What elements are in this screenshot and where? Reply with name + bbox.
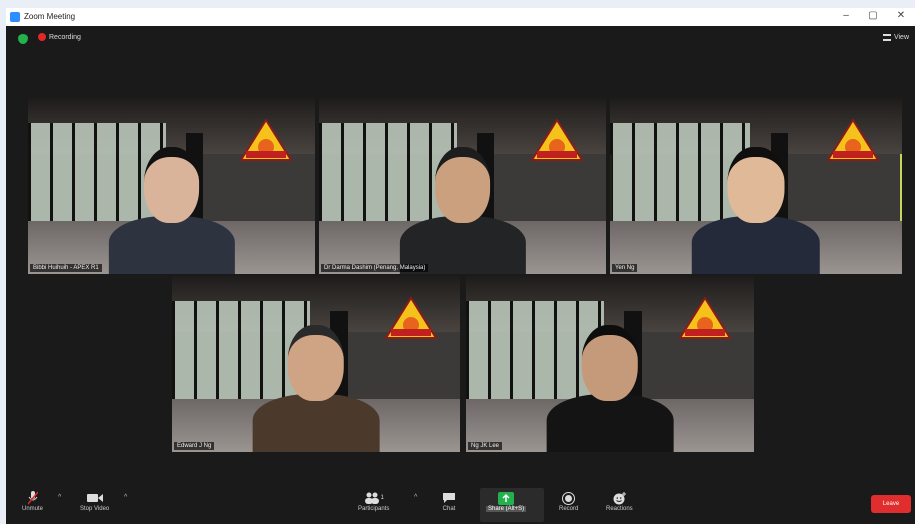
apex-logo-icon: [240, 119, 293, 162]
chat-label: Chat: [442, 506, 456, 512]
video-tile-active-speaker[interactable]: Yen Ng: [610, 98, 902, 274]
close-button[interactable]: ✕: [894, 10, 908, 21]
recording-dot-icon: [38, 33, 46, 41]
apex-logo-icon: [531, 119, 584, 162]
participant-figure: [546, 325, 674, 452]
zoom-window: Zoom Meeting – ▢ ✕ Recording View Bibbi …: [6, 8, 915, 524]
security-shield-icon[interactable]: [18, 34, 28, 44]
participant-body: [691, 215, 821, 274]
participant-head: [434, 147, 491, 224]
chat-bubble-icon: [442, 490, 456, 506]
meeting-top-bar: Recording View: [6, 26, 915, 66]
apex-logo-icon: [678, 297, 731, 340]
participant-figure: [691, 147, 821, 274]
maximize-button[interactable]: ▢: [866, 10, 880, 21]
apex-logo-icon: [826, 119, 879, 162]
stop-video-label: Stop Video: [80, 506, 110, 512]
audio-options-chevron-icon[interactable]: ^: [58, 494, 61, 501]
video-tile[interactable]: Edward J Ng: [172, 276, 460, 452]
record-button[interactable]: Record: [559, 490, 578, 512]
video-tile[interactable]: Ng JK Lee: [466, 276, 754, 452]
stop-video-button[interactable]: Stop Video: [80, 490, 109, 512]
unmute-label: Unmute: [22, 506, 44, 512]
recording-label: Recording: [49, 33, 81, 41]
title-bar: Zoom Meeting – ▢ ✕: [6, 8, 915, 26]
video-camera-icon: [86, 490, 103, 506]
apex-logo-icon: [384, 297, 437, 340]
reactions-button[interactable]: Reactions: [606, 490, 633, 512]
record-icon: [562, 490, 576, 506]
participant-body: [108, 215, 235, 274]
participant-name-label: Yen Ng: [612, 264, 638, 272]
view-label: View: [893, 34, 909, 41]
participants-button[interactable]: 1 Participants: [358, 490, 389, 512]
participant-head: [582, 325, 638, 402]
leave-meeting-button[interactable]: Leave: [871, 495, 911, 513]
participants-label: Participants: [358, 506, 390, 512]
participants-options-chevron-icon[interactable]: ^: [414, 494, 417, 501]
video-tile[interactable]: Bibbi Huihuih - APEX R1: [28, 98, 315, 274]
participant-figure: [252, 325, 380, 452]
participant-body: [252, 393, 380, 452]
view-button[interactable]: View: [882, 34, 909, 41]
video-tile[interactable]: Dr Darma Dashim (Penang, Malaysia): [319, 98, 606, 274]
meeting-toolbar: Unmute ^ Stop Video ^ 1 Participants ^ C…: [6, 486, 915, 524]
participant-name-label: Edward J Ng: [174, 442, 215, 450]
share-screen-icon: [498, 490, 515, 506]
share-screen-button[interactable]: Share (Alt+S): [480, 488, 544, 522]
reactions-label: Reactions: [606, 506, 633, 512]
participants-count: 1: [380, 495, 384, 501]
participant-figure: [108, 147, 235, 274]
recording-indicator[interactable]: Recording: [38, 33, 81, 41]
smiley-plus-icon: [613, 490, 626, 506]
participant-name-label: Ng JK Lee: [468, 442, 503, 450]
participant-name-label: Bibbi Huihuih - APEX R1: [30, 264, 102, 272]
share-screen-label: Share (Alt+S): [486, 506, 527, 512]
gallery-view-icon: [882, 34, 891, 41]
participant-figure: [399, 147, 526, 274]
minimize-button[interactable]: –: [839, 10, 853, 21]
unmute-button[interactable]: Unmute: [22, 490, 43, 512]
participants-icon: 1: [364, 490, 384, 506]
participant-head: [727, 147, 785, 224]
window-title: Zoom Meeting: [24, 12, 76, 21]
participant-body: [546, 393, 674, 452]
participant-head: [143, 147, 200, 224]
participant-name-label: Dr Darma Dashim (Penang, Malaysia): [321, 264, 429, 272]
video-options-chevron-icon[interactable]: ^: [124, 494, 127, 501]
share-screen-group: Share (Alt+S): [486, 490, 527, 512]
zoom-app-icon: [10, 12, 20, 22]
chat-button[interactable]: Chat: [442, 490, 456, 512]
participant-head: [288, 325, 344, 402]
record-label: Record: [559, 506, 579, 512]
microphone-muted-icon: [27, 490, 38, 506]
